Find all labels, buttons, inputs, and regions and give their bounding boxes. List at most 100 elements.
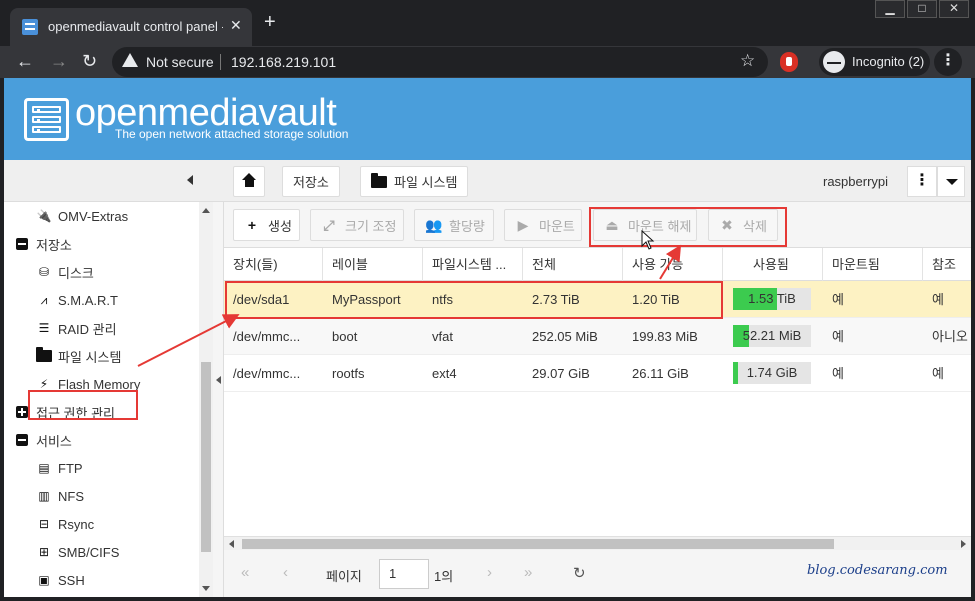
scrollbar-thumb[interactable] bbox=[242, 539, 834, 549]
table-row[interactable]: /dev/mmc... rootfs ext4 29.07 GiB 26.11 … bbox=[224, 355, 971, 392]
main-panel: 저장소 파일 시스템 raspberrypi ⋮ + 생성 ⤢ 크기 조정 👥 bbox=[213, 160, 971, 597]
expand-icon[interactable] bbox=[16, 406, 28, 418]
table-row[interactable]: /dev/mmc... boot vfat 252.05 MiB 199.83 … bbox=[224, 318, 971, 355]
security-indicator[interactable]: Not secure bbox=[146, 54, 214, 70]
sidebar-item-storage[interactable]: 저장소 bbox=[14, 230, 72, 258]
sidebar-scrollbar[interactable] bbox=[199, 202, 213, 597]
folder-icon bbox=[36, 347, 52, 362]
collapse-icon[interactable] bbox=[16, 434, 28, 446]
breadcrumb: 저장소 파일 시스템 raspberrypi ⋮ bbox=[213, 160, 971, 202]
scroll-up-icon[interactable] bbox=[202, 208, 210, 213]
sidebar-item-omv-extras[interactable]: 🔌 OMV-Extras bbox=[36, 202, 129, 230]
sidebar-splitter[interactable] bbox=[213, 202, 224, 597]
windows-icon: ⊞ bbox=[38, 545, 50, 559]
column-header-label[interactable]: 레이블 bbox=[323, 248, 423, 281]
prev-page-icon[interactable]: ‹ bbox=[283, 564, 288, 581]
usage-text: 1.74 GiB bbox=[746, 365, 798, 380]
close-window-button[interactable]: ✕ bbox=[939, 0, 969, 18]
first-page-icon[interactable]: « bbox=[241, 564, 249, 581]
cell-mounted: 예 bbox=[832, 329, 844, 344]
url-text[interactable]: 192.168.219.101 bbox=[231, 54, 336, 70]
tab-close-icon[interactable]: ✕ bbox=[230, 17, 242, 34]
collapse-sidebar-icon[interactable] bbox=[187, 175, 193, 185]
minimize-button[interactable]: ▁ bbox=[875, 0, 905, 18]
breadcrumb-filesystem[interactable]: 파일 시스템 bbox=[360, 166, 469, 197]
sidebar-item-services[interactable]: 서비스 bbox=[14, 426, 72, 454]
sidebar-item-label: S.M.A.R.T bbox=[58, 292, 118, 308]
column-header-referenced[interactable]: 참조 bbox=[923, 248, 971, 281]
home-button[interactable] bbox=[233, 166, 265, 197]
cell-label: boot bbox=[332, 329, 358, 344]
sidebar-item-raid[interactable]: ☰ RAID 관리 bbox=[36, 314, 117, 342]
column-header-device[interactable]: 장치(들) bbox=[224, 248, 323, 281]
incognito-badge[interactable]: Incognito (2) bbox=[819, 48, 930, 76]
sidebar-item-filesystems[interactable]: 파일 시스템 bbox=[36, 342, 121, 370]
next-page-icon[interactable]: › bbox=[487, 564, 492, 581]
scrollbar-thumb[interactable] bbox=[201, 362, 211, 552]
cell-available: 1.20 TiB bbox=[632, 292, 680, 307]
sidebar-item-ftp[interactable]: ▤ FTP bbox=[36, 454, 83, 482]
sidebar-item-label: 서비스 bbox=[36, 433, 72, 449]
sidebar-item-label: OMV-Extras bbox=[58, 208, 129, 224]
play-icon: ▶ bbox=[517, 216, 529, 233]
sidebar-item-smb[interactable]: ⊞ SMB/CIFS bbox=[36, 538, 119, 566]
last-page-icon[interactable]: » bbox=[524, 564, 532, 581]
browser-toolbar: ← → ↻ Not secure 192.168.219.101 ☆ Incog… bbox=[0, 46, 975, 78]
sidebar-item-disks[interactable]: ⛁ 디스크 bbox=[36, 258, 94, 286]
scroll-left-icon[interactable] bbox=[229, 540, 234, 548]
cell-label: rootfs bbox=[332, 366, 365, 381]
sidebar-header bbox=[4, 160, 213, 202]
forward-button[interactable]: → bbox=[50, 51, 68, 71]
sidebar-item-ssh[interactable]: ▣ SSH bbox=[36, 566, 85, 594]
back-button[interactable]: ← bbox=[16, 51, 34, 71]
column-header-used[interactable]: 사용됨 bbox=[723, 248, 823, 281]
sidebar-item-label: FTP bbox=[58, 460, 83, 476]
grid-horizontal-scrollbar[interactable] bbox=[224, 536, 971, 550]
terminal-icon: ▣ bbox=[38, 573, 50, 587]
sidebar-item-nfs[interactable]: ▥ NFS bbox=[36, 482, 84, 510]
create-button[interactable]: + 생성 bbox=[233, 209, 300, 241]
extension-hand-icon[interactable] bbox=[780, 52, 798, 72]
browser-menu-button[interactable]: ⋮ bbox=[934, 48, 962, 76]
omv-favicon-icon bbox=[22, 19, 38, 35]
column-header-total[interactable]: 전체 bbox=[523, 248, 623, 281]
users-icon: 👥 bbox=[425, 216, 443, 233]
unmount-button[interactable]: ⏏ 마운트 해제 bbox=[593, 209, 697, 241]
column-header-mounted[interactable]: 마운트됨 bbox=[823, 248, 923, 281]
folder-icon bbox=[371, 172, 387, 188]
bookmark-star-icon[interactable]: ☆ bbox=[740, 51, 755, 71]
chevron-down-icon[interactable] bbox=[937, 166, 965, 197]
cell-label: MyPassport bbox=[332, 292, 401, 307]
sidebar-item-smart[interactable]: ⩘ S.M.A.R.T bbox=[36, 286, 118, 314]
chevron-left-icon[interactable] bbox=[216, 376, 221, 384]
user-menu-button[interactable]: ⋮ bbox=[907, 166, 937, 197]
maximize-button[interactable]: □ bbox=[907, 0, 937, 18]
blog-watermark: blog.codesarang.com bbox=[807, 563, 948, 578]
table-row[interactable]: /dev/sda1 MyPassport ntfs 2.73 TiB 1.20 … bbox=[224, 281, 971, 318]
delete-button[interactable]: ✖ 삭제 bbox=[708, 209, 778, 241]
mount-button[interactable]: ▶ 마운트 bbox=[504, 209, 582, 241]
scroll-down-icon[interactable] bbox=[202, 586, 210, 591]
address-bar[interactable]: Not secure 192.168.219.101 ☆ bbox=[112, 47, 768, 77]
column-header-filesystem[interactable]: 파일시스템 ... bbox=[423, 248, 523, 281]
sidebar-item-label: SSH bbox=[58, 572, 85, 588]
omv-header: openmediavault The open network attached… bbox=[4, 78, 971, 160]
resize-button[interactable]: ⤢ 크기 조정 bbox=[310, 209, 404, 241]
cell-referenced: 아니오 bbox=[932, 329, 968, 344]
breadcrumb-storage[interactable]: 저장소 bbox=[282, 166, 340, 197]
quota-button[interactable]: 👥 할당량 bbox=[414, 209, 494, 241]
collapse-icon[interactable] bbox=[16, 238, 28, 250]
sidebar-item-rsync[interactable]: ⊟ Rsync bbox=[36, 510, 94, 538]
cell-filesystem: ntfs bbox=[432, 292, 453, 307]
scroll-right-icon[interactable] bbox=[961, 540, 966, 548]
new-tab-button[interactable]: + bbox=[264, 12, 276, 32]
sidebar-item-label: RAID 관리 bbox=[58, 321, 117, 337]
sidebar-item-label: SMB/CIFS bbox=[58, 544, 120, 560]
cell-filesystem: vfat bbox=[432, 329, 453, 344]
browser-tab[interactable]: openmediavault control panel - r ✕ bbox=[10, 8, 252, 46]
column-header-available[interactable]: 사용 가능 bbox=[623, 248, 723, 281]
reload-button[interactable]: ↻ bbox=[82, 51, 97, 71]
page-number-input[interactable]: 1 bbox=[379, 559, 429, 589]
refresh-icon[interactable]: ↻ bbox=[573, 564, 586, 582]
home-icon bbox=[242, 172, 256, 188]
